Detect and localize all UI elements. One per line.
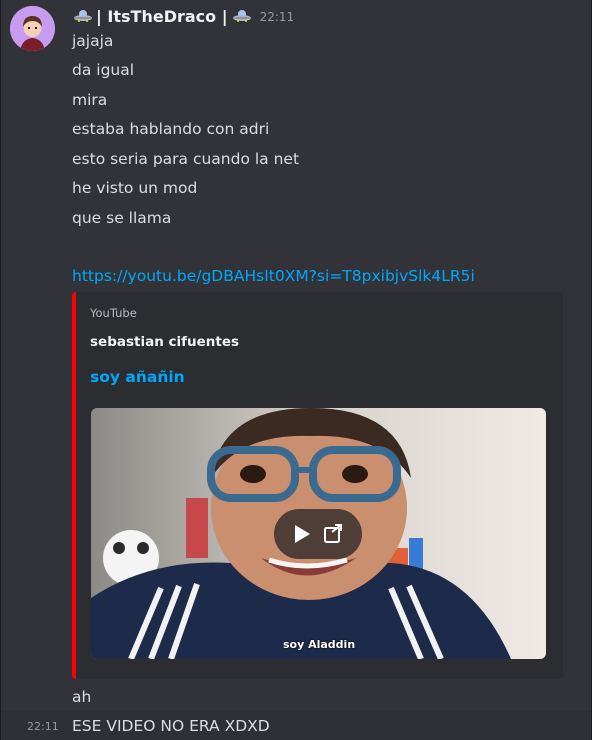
message-timestamp[interactable]: 22:11 xyxy=(260,10,295,24)
ufo-icon xyxy=(232,7,252,25)
embed-author[interactable]: sebastian cifuentes xyxy=(90,334,239,350)
youtube-link[interactable]: https://youtu.be/gDBAHsIt0XM?si=T8pxibjv… xyxy=(72,266,475,286)
message-line: da igual xyxy=(72,61,135,79)
play-icon[interactable] xyxy=(293,524,311,544)
open-external-icon[interactable] xyxy=(323,524,343,544)
embed-title[interactable]: soy añañin xyxy=(90,368,185,386)
message-timestamp[interactable]: 22:11 xyxy=(27,720,59,733)
message-header: | ItsTheDraco | 22:11 xyxy=(73,4,294,28)
youtube-embed: YouTube sebastian cifuentes soy añañin s… xyxy=(72,292,563,679)
user-avatar[interactable] xyxy=(10,6,55,51)
thumbnail-caption: soy Aladdin xyxy=(283,638,356,651)
embed-provider[interactable]: YouTube xyxy=(90,306,137,320)
ufo-icon xyxy=(73,7,93,25)
play-overlay[interactable] xyxy=(274,509,362,559)
message-line: ESE VIDEO NO ERA XDXD xyxy=(72,717,270,735)
message-line: que se llama xyxy=(72,209,172,227)
message-line: estaba hablando con adri xyxy=(72,120,270,138)
message-line: jajaja xyxy=(72,32,114,50)
video-thumbnail[interactable]: soy Aladdin xyxy=(91,408,546,659)
chat-messages: | ItsTheDraco | 22:11 jajaja da igual mi… xyxy=(0,0,592,740)
message-line: mira xyxy=(72,91,108,109)
username[interactable]: | ItsTheDraco | xyxy=(96,7,228,26)
avatar-image xyxy=(10,6,55,51)
message-line: esto seria para cuando la net xyxy=(72,150,300,168)
message-line: ah xyxy=(72,688,92,706)
message-line: he visto un mod xyxy=(72,179,198,197)
